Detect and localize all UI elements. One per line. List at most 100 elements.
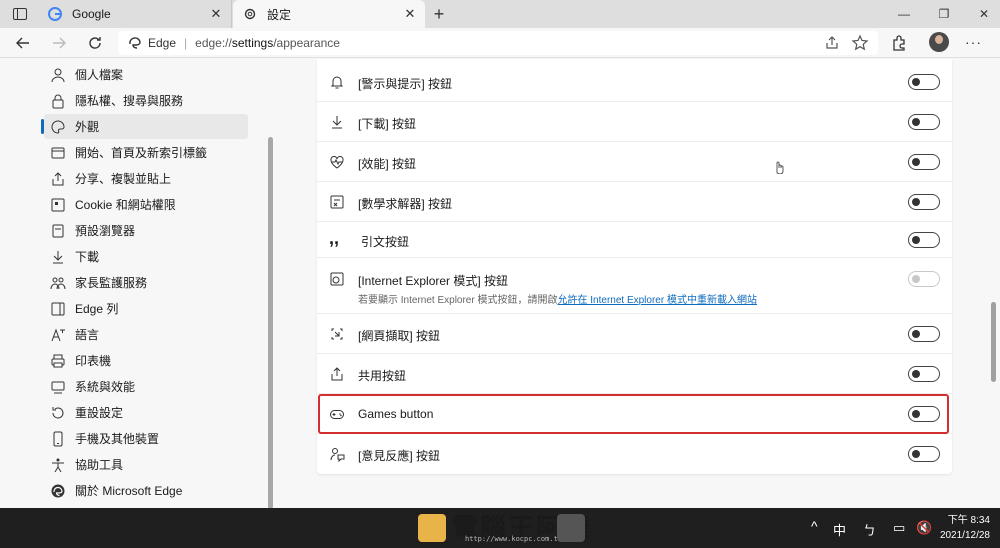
download-icon [53, 250, 63, 263]
printer-icon [51, 354, 65, 367]
close-icon[interactable]: ✕ [209, 7, 223, 21]
setting-row-citations: ,, 引文按鈕 [317, 222, 952, 258]
sidebar-item-phone[interactable]: 手機及其他裝置 [44, 426, 248, 451]
language-icon [51, 328, 65, 341]
watermark-url: http://www.kocpc.com.tw [465, 535, 562, 543]
setting-row-alerts: [警示與提示] 按鈕 [317, 62, 952, 102]
ie-mode-settings-link[interactable]: 允許在 Internet Explorer 模式中重新載入網站 [557, 295, 756, 306]
chevron-up-icon[interactable]: ^ [811, 518, 818, 534]
ime-indicator[interactable]: 中 [833, 520, 846, 539]
edge-logo-icon [129, 37, 141, 49]
sidebar-item-about[interactable]: 關於 Microsoft Edge [44, 478, 248, 503]
sidebar-item-share-copy[interactable]: 分享、複製並貼上 [44, 166, 248, 191]
sidebar-item-system[interactable]: 系統與效能 [44, 374, 248, 399]
sidebar-item-privacy[interactable]: 隱私權、搜尋與服務 [44, 88, 248, 113]
setting-label: [下載] 按鈕 [358, 117, 417, 131]
ie-mode-toggle[interactable] [908, 271, 940, 287]
ie-mode-icon [330, 272, 344, 286]
tab-settings[interactable]: 設定 ✕ [233, 0, 425, 28]
back-icon[interactable] [14, 34, 32, 52]
setting-row-downloads: [下載] 按鈕 [317, 102, 952, 142]
share-icon [52, 171, 64, 185]
new-tab-button[interactable]: + [430, 5, 448, 23]
share-toggle[interactable] [908, 366, 940, 382]
sidebar-item-label: 分享、複製並貼上 [75, 172, 172, 186]
setting-row-feedback: [意見反應] 按鈕 [317, 434, 952, 474]
sidebar-item-label: 語言 [75, 328, 100, 342]
tab-label: Google [72, 7, 111, 21]
more-icon[interactable]: ··· [965, 35, 982, 49]
setting-row-games: Games button [317, 394, 952, 434]
browser-icon [52, 224, 64, 237]
edge-logo-icon [51, 484, 65, 497]
speaker-muted-icon[interactable]: 🔇 [916, 520, 932, 536]
file-explorer-icon[interactable] [418, 514, 446, 542]
capture-icon [331, 328, 343, 340]
minimize-icon[interactable]: — [896, 6, 912, 22]
phone-icon [53, 431, 63, 446]
math-solver-toggle[interactable] [908, 194, 940, 210]
feedback-toggle[interactable] [908, 446, 940, 462]
sidebar-item-cookies[interactable]: Cookie 和網站權限 [44, 192, 248, 217]
sidebar-item-appearance[interactable]: 外觀 [41, 114, 248, 139]
tab-google[interactable]: Google ✕ [38, 0, 232, 28]
refresh-icon[interactable] [86, 34, 104, 52]
sidebar-item-edge-bar[interactable]: Edge 列 [44, 296, 248, 321]
sidebar-item-default-browser[interactable]: 預設瀏覽器 [44, 218, 248, 243]
sidebar-item-downloads[interactable]: 下載 [44, 244, 248, 269]
sidebar-item-label: 手機及其他裝置 [75, 432, 160, 446]
sidebar-item-label: 個人檔案 [75, 68, 124, 82]
photos-icon[interactable] [557, 514, 585, 542]
close-icon[interactable]: ✕ [403, 7, 417, 21]
sidebar-item-printers[interactable]: 印表機 [44, 348, 248, 373]
share-icon[interactable] [823, 34, 841, 52]
maximize-icon[interactable]: ❐ [936, 6, 952, 22]
heart-pulse-icon [330, 155, 344, 169]
games-toggle[interactable] [908, 406, 940, 422]
tab-strip: Google ✕ 設定 ✕ + — ❐ ✕ [0, 0, 1000, 28]
address-url: edge://settings/appearance [195, 36, 340, 50]
extensions-icon[interactable] [890, 34, 908, 52]
setting-row-web-capture: [網頁擷取] 按鈕 [317, 314, 952, 354]
avatar[interactable] [929, 32, 949, 52]
performance-toggle[interactable] [908, 154, 940, 170]
citations-toggle[interactable] [908, 232, 940, 248]
accessibility-icon [52, 458, 64, 472]
setting-label: 引文按鈕 [361, 235, 410, 249]
setting-label: [警示與提示] 按鈕 [358, 77, 453, 91]
sidebar-item-accessibility[interactable]: 協助工具 [44, 452, 248, 477]
tab-actions-icon[interactable] [12, 6, 28, 22]
setting-row-share: 共用按鈕 [317, 354, 952, 394]
ime-mode-icon[interactable]: ㄅ [863, 520, 876, 539]
clock[interactable]: 下午 8:34 2021/12/28 [940, 513, 990, 543]
address-bar[interactable]: Edge | edge://settings/appearance [118, 31, 878, 55]
close-window-icon[interactable]: ✕ [976, 6, 992, 22]
sidebar-item-label: 關於 Microsoft Edge [75, 484, 183, 498]
feedback-icon [330, 448, 345, 462]
math-solver-icon [330, 195, 344, 209]
setting-label: [Internet Explorer 模式] 按鈕 [358, 274, 509, 288]
alerts-toggle[interactable] [908, 74, 940, 90]
favorite-add-icon[interactable] [851, 34, 869, 52]
sidebar-scrollbar[interactable] [268, 137, 273, 509]
setting-label: [數學求解器] 按鈕 [358, 197, 453, 211]
sidebar-item-label: Cookie 和網站權限 [75, 198, 176, 212]
palette-icon [51, 119, 65, 134]
main-scrollbar[interactable] [991, 302, 996, 382]
taskbar: 電腦王阿達 http://www.kocpc.com.tw ^ 中 ㄅ ▭ 🔇 … [0, 508, 1000, 548]
monitor-icon[interactable]: ▭ [893, 520, 905, 536]
sidebar-item-languages[interactable]: 語言 [44, 322, 248, 347]
address-brand: Edge [148, 36, 177, 50]
sidebar-item-reset[interactable]: 重設設定 [44, 400, 248, 425]
family-icon [50, 277, 66, 289]
toolbar: Edge | edge://settings/appearance ··· [0, 28, 1000, 58]
sidebar-item-label: 下載 [75, 250, 100, 264]
web-capture-toggle[interactable] [908, 326, 940, 342]
sidebar-item-family[interactable]: 家長監護服務 [44, 270, 248, 295]
downloads-toggle[interactable] [908, 114, 940, 130]
sidebar-item-label: 印表機 [75, 354, 112, 368]
forward-icon[interactable] [50, 34, 68, 52]
sidebar-item-start-home[interactable]: 開始、首頁及新索引標籤 [44, 140, 248, 165]
setting-label: Games button [358, 407, 434, 421]
sidebar-item-profiles[interactable]: 個人檔案 [44, 62, 248, 87]
